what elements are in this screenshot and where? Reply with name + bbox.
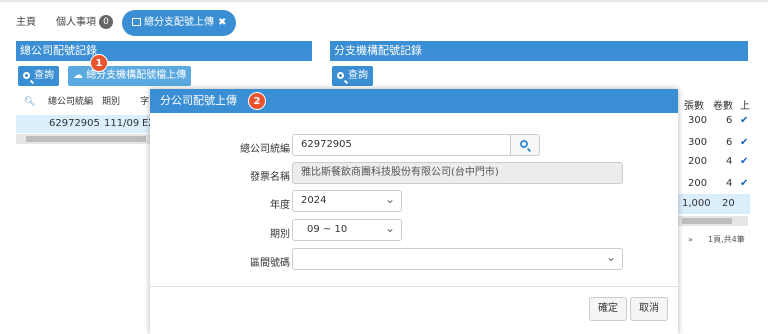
year-value: 2024 [301,195,327,206]
scrollbar-thumb[interactable] [682,218,732,224]
tab-personal-label: 個人事項 [56,17,96,28]
col-upload[interactable]: 上 [740,97,750,112]
row-rolls: 6 [726,115,733,126]
left-panel-title: 總公司配號記錄 [16,41,312,61]
right-query-button[interactable]: 查詢 [332,66,373,86]
year-select[interactable]: 2024 [292,189,402,212]
row-period: 111/09 [104,118,140,129]
col-hq-id[interactable]: 總公司統編 [48,91,93,113]
row-count: 200 [688,156,708,167]
period-label: 期別 [270,229,290,240]
col-track[interactable]: 字 [140,91,149,113]
row-count: 300 [688,115,708,126]
hq-id-search-button[interactable] [510,134,540,156]
table-row[interactable]: 200 4 ✔ [680,174,768,194]
branch-upload-button[interactable]: ☁ 總分支機構配號檔上傳 [68,66,192,86]
tab-home[interactable]: 主頁 [16,12,36,34]
row-rolls: 4 [726,156,733,167]
checked-icon: ✔ [740,178,749,189]
left-horizontal-scrollbar[interactable] [16,134,152,144]
cancel-button[interactable]: 取消 [630,297,668,321]
step-marker-2: 2 [248,92,266,110]
scrollbar-thumb[interactable] [26,136,146,142]
dialog-divider [150,286,678,287]
table-row-total: 1,000 20 [678,194,750,214]
total-rolls: 20 [722,198,735,209]
pager-info: 1頁,共4筆 [708,235,745,244]
window-icon [132,18,141,26]
hq-id-field[interactable]: 62972905 [292,134,512,156]
row-rolls: 4 [726,178,733,189]
year-label: 年度 [270,200,290,211]
search-icon [337,72,344,79]
row-count: 200 [688,178,708,189]
row-count: 300 [688,137,708,148]
upload-dialog: 分公司配號上傳 2 總公司統編 62972905 發票名稱 雅比斯餐飲商團科技股… [150,89,678,334]
confirm-button[interactable]: 確定 [589,297,627,321]
right-query-label: 查詢 [348,70,368,81]
tab-active-label: 總分支配號上傳 [144,17,214,28]
right-grid-header: 張數 卷數 上 [680,93,768,113]
period-value: 09 ~ 10 [307,224,348,235]
range-select[interactable] [292,247,623,270]
table-row[interactable]: 300 6 ✔ [680,111,768,131]
col-period[interactable]: 期別 [102,91,120,113]
range-label: 區間號碼 [250,258,290,269]
search-icon [23,72,30,79]
row-hq-id: 62972905 [49,118,100,129]
table-row[interactable]: 300 6 ✔ [680,133,768,153]
personal-count-badge: 0 [99,15,113,29]
right-panel-title: 分支機構配號記錄 [330,41,748,61]
table-row[interactable]: 62972905 111/09 EZ [16,115,166,133]
hq-id-label: 總公司統編 [240,144,290,155]
invoice-name-label: 發票名稱 [250,172,290,183]
search-icon [520,140,528,148]
table-row[interactable]: 200 4 ✔ [680,152,768,172]
top-border [0,0,768,2]
dialog-title: 分公司配號上傳 [150,89,678,113]
pager-next-button[interactable]: » [688,234,693,246]
period-select[interactable]: 09 ~ 10 [292,218,402,241]
row-rolls: 6 [726,137,733,148]
checked-icon: ✔ [740,115,749,126]
invoice-name-field: 雅比斯餐飲商團科技股份有限公司(台中門市) [292,162,623,184]
tab-personal[interactable]: 個人事項 0 [56,12,113,34]
col-rolls[interactable]: 卷數 [713,97,733,112]
tab-bar: 主頁 個人事項 0 總分支配號上傳 ✖ [0,8,768,36]
left-query-label: 查詢 [34,70,54,81]
tab-hq-branch-upload[interactable]: 總分支配號上傳 ✖ [122,10,237,36]
step-marker-1: 1 [90,54,108,72]
col-count[interactable]: 張數 [684,97,704,112]
checked-icon: ✔ [740,156,749,167]
checked-icon: ✔ [740,137,749,148]
cloud-upload-icon: ☁ [73,70,83,81]
left-query-button[interactable]: 查詢 [18,66,59,86]
right-horizontal-scrollbar[interactable] [678,216,748,226]
total-count: 1,000 [682,198,711,209]
close-tab-icon[interactable]: ✖ [218,17,226,28]
column-search-icon[interactable]: 🔍︎ [24,91,35,113]
